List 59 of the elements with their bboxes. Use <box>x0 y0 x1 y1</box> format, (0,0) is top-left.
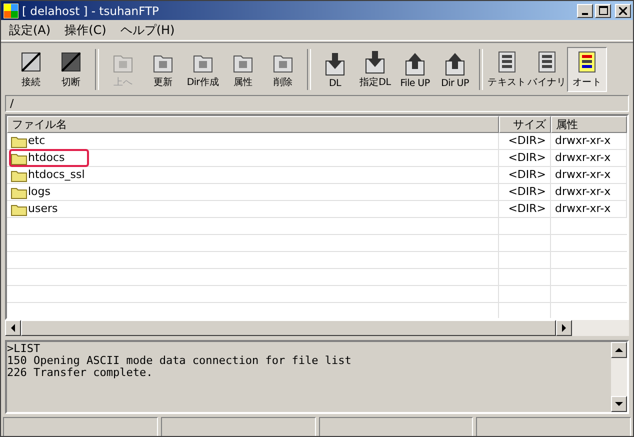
column-header[interactable]: サイズ <box>499 116 551 133</box>
toolbar-button[interactable]: オート <box>567 47 607 92</box>
minimize-button[interactable] <box>577 4 593 18</box>
file-name[interactable]: htdocs <box>28 150 65 166</box>
attributes-cell: drwxr-xr-x <box>555 202 611 215</box>
up-arrow-icon <box>615 347 623 353</box>
right-arrow-icon <box>561 324 567 332</box>
size-cell: <DIR> <box>508 202 546 215</box>
size-cell: <DIR> <box>508 185 546 198</box>
toolbar-button[interactable]: 更新 <box>143 47 183 92</box>
toolbar-button[interactable]: 接続 <box>11 47 51 92</box>
folder-icon <box>11 202 27 216</box>
menu-item[interactable]: 設定(A) <box>5 22 55 38</box>
size-cell: <DIR> <box>508 134 546 147</box>
toolbar-icon <box>323 51 347 77</box>
attributes-cell: drwxr-xr-x <box>555 151 611 164</box>
toolbar-icon <box>363 49 387 75</box>
vertical-scrollbar[interactable] <box>611 342 627 412</box>
path-field[interactable]: / <box>5 95 629 112</box>
toolbar-button[interactable]: DL <box>315 47 355 92</box>
toolbar-button[interactable]: 切断 <box>51 47 91 92</box>
toolbar-button[interactable]: 削除 <box>263 47 303 92</box>
folder-icon <box>11 168 27 182</box>
file-name[interactable]: htdocs_ssl <box>28 167 85 183</box>
down-arrow-icon <box>615 401 623 407</box>
toolbar-button[interactable]: バイナリ <box>527 47 567 92</box>
size-cell: <DIR> <box>508 168 546 181</box>
app-icon <box>3 2 19 18</box>
attributes-cell: drwxr-xr-x <box>555 168 611 181</box>
toolbar-button[interactable]: 指定DL <box>355 47 395 92</box>
toolbar-button[interactable]: Dir作成 <box>183 47 223 92</box>
menu-item[interactable]: 操作(C) <box>60 22 110 38</box>
file-name[interactable]: users <box>28 201 58 217</box>
size-cell: <DIR> <box>508 151 546 164</box>
folder-icon <box>11 152 27 164</box>
menu-item[interactable]: ヘルプ(H) <box>116 22 179 38</box>
log-line: >LIST <box>7 343 42 355</box>
folder-icon <box>11 186 27 198</box>
left-arrow-icon <box>10 324 16 332</box>
attributes-cell: drwxr-xr-x <box>555 134 611 147</box>
minimize-icon <box>582 12 588 14</box>
maximize-icon <box>598 6 608 15</box>
toolbar-button[interactable]: テキスト <box>487 47 527 92</box>
toolbar-button[interactable]: Dir UP <box>435 47 475 92</box>
column-header[interactable]: 属性 <box>551 116 627 133</box>
maximize-button[interactable] <box>595 4 611 18</box>
attributes-cell: drwxr-xr-x <box>555 185 611 198</box>
log-line: 150 Opening ASCII mode data connection for file list <box>7 355 352 367</box>
toolbar-button[interactable]: File UP <box>395 47 435 92</box>
close-button[interactable] <box>615 4 631 18</box>
file-name[interactable]: etc <box>28 133 46 149</box>
toolbar-icon <box>403 51 427 77</box>
close-icon <box>619 6 627 14</box>
toolbar-icon <box>443 51 467 77</box>
window-title: [ delahost ] - tsuhanFTP <box>22 4 160 18</box>
file-name[interactable]: logs <box>28 184 50 200</box>
column-header[interactable]: ファイル名 <box>7 116 499 133</box>
toolbar-button[interactable]: 属性 <box>223 47 263 92</box>
log-line: 226 Transfer complete. <box>7 367 154 379</box>
